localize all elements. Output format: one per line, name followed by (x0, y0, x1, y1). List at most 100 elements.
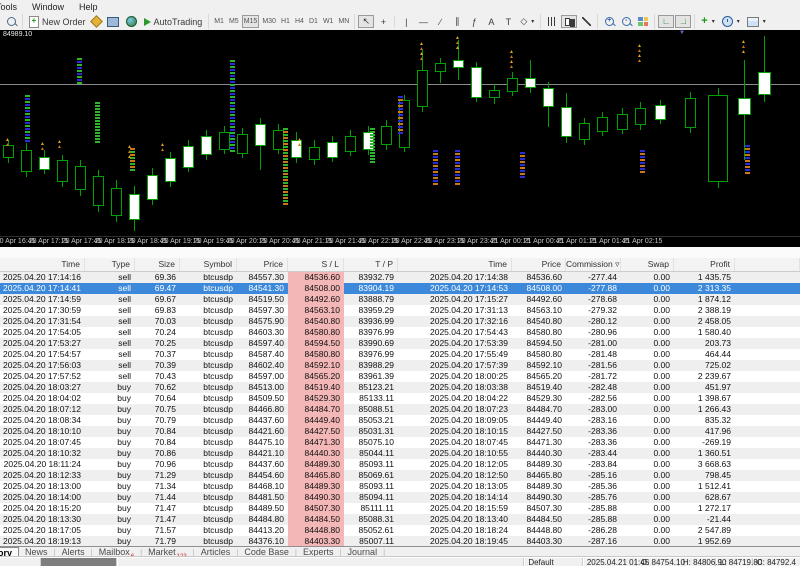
zoom-out-button[interactable]: - (618, 15, 634, 28)
cell-type: buy (117, 514, 131, 524)
tile-windows-button[interactable] (635, 15, 651, 28)
auto-scroll-button[interactable]: ∟ (658, 15, 675, 28)
table-row[interactable]: 2025.04.20 18:07:12 buy 70.75 btcusdp 84466.… (0, 404, 800, 415)
menu-item-tools[interactable]: Tools (0, 2, 17, 12)
community-button[interactable] (123, 15, 140, 28)
zoom-in-button[interactable]: + (601, 15, 617, 28)
line-chart-button[interactable] (578, 15, 594, 28)
table-row[interactable]: 2025.04.20 18:03:27 buy 70.62 btcusdp 84513.… (0, 382, 800, 393)
table-row[interactable]: 2025.04.20 18:14:00 buy 71.44 btcusdp 84481.… (0, 492, 800, 503)
column-header-symbol[interactable]: Symbol (180, 258, 237, 271)
cell-tp: 85044.11 (359, 448, 394, 458)
timeframe-button-m15[interactable]: M15 (241, 15, 260, 28)
timeframe-button-m5[interactable]: M5 (227, 15, 241, 28)
cell-tp: 83976.99 (358, 327, 394, 337)
trade-marker-dash (77, 70, 82, 72)
new-order-button[interactable]: + New Order (26, 15, 89, 28)
crosshair-button[interactable]: + (375, 15, 391, 28)
menu-item-window[interactable]: Window (32, 2, 64, 12)
vertical-line-icon: | (405, 16, 408, 27)
table-row[interactable]: 2025.04.20 18:12:33 buy 71.29 btcusdp 84454.… (0, 470, 800, 481)
timeframe-button-mn[interactable]: MN (336, 15, 351, 28)
trendline-button[interactable]: ∕ (432, 15, 448, 28)
table-row[interactable]: 2025.04.20 18:17:05 buy 71.57 btcusdp 84413.… (0, 525, 800, 536)
vertical-line-button[interactable]: | (398, 15, 414, 28)
cell-tp: 83936.99 (358, 316, 394, 326)
table-row[interactable]: 2025.04.20 18:19:13 buy 71.79 btcusdp 84376.… (0, 536, 800, 546)
table-row[interactable]: 2025.04.20 18:13:00 buy 71.34 btcusdp 84468.… (0, 481, 800, 492)
cell-profit: 417.96 (705, 426, 731, 436)
indicators-dropdown-button[interactable]: + ▾ (698, 15, 717, 28)
table-row[interactable]: 2025.04.20 17:30:59 sell 69.83 btcusdp 84597… (0, 305, 800, 316)
table-row[interactable]: 2025.04.20 18:15:20 buy 71.47 btcusdp 84489.… (0, 503, 800, 514)
timeframe-button-w1[interactable]: W1 (321, 15, 336, 28)
cell-price2: 84580.80 (526, 327, 562, 337)
table-row[interactable]: 2025.04.20 18:07:45 buy 70.84 btcusdp 84475.… (0, 437, 800, 448)
column-header-price[interactable]: Price (237, 258, 288, 271)
timeframe-button-m30[interactable]: M30 (260, 15, 278, 28)
table-row[interactable]: 2025.04.20 17:53:27 sell 70.25 btcusdp 84597… (0, 338, 800, 349)
cell-profit: 1 952.69 (697, 536, 731, 546)
column-header-sl[interactable]: S / L (288, 258, 344, 271)
table-row[interactable]: 2025.04.20 17:54:05 sell 70.24 btcusdp 84603… (0, 327, 800, 338)
column-header-commission[interactable]: Commission ▿ (566, 258, 621, 271)
cell-size: 71.44 (154, 492, 176, 502)
menu-item-help[interactable]: Help (79, 2, 98, 12)
timeframe-button-h4[interactable]: H4 (293, 15, 306, 28)
autotrading-button[interactable]: AutoTrading (141, 15, 206, 28)
text-button[interactable]: A (483, 15, 499, 28)
cell-price2: 84529.30 (526, 393, 562, 403)
trade-marker-dash (230, 129, 235, 131)
column-header-size[interactable]: Size (135, 258, 180, 271)
column-header-profit[interactable]: Profit (674, 258, 735, 271)
trade-marker-dash (130, 160, 135, 162)
table-row[interactable]: 2025.04.20 18:10:10 buy 70.84 btcusdp 84421.… (0, 426, 800, 437)
chart-search-button[interactable] (3, 15, 19, 28)
timeframe-button-m1[interactable]: M1 (212, 15, 226, 28)
table-row[interactable]: 2025.04.20 17:14:59 sell 69.67 btcusdp 84519… (0, 294, 800, 305)
table-row[interactable]: 2025.04.20 18:13:30 buy 71.47 btcusdp 84484.… (0, 514, 800, 525)
cell-size: 69.47 (154, 283, 176, 293)
channel-button[interactable]: ∥ (449, 15, 465, 28)
bar-chart-button[interactable] (544, 15, 560, 28)
chart-area[interactable]: 84989.10 ▲ ▲ ▲ ▲ ▲ ▲ ▲ ▲ ▲ ▲ ▲ ▲ ▲ ▲ ▲ ▲ ▲ ▲ ▲ ▲ ▲ ▲ ▲ ▲ ▲ ▲ ▲ ▲ ▲ ▲ ▲… (0, 30, 800, 236)
cell-swap: 0.00 (653, 448, 670, 458)
status-profile[interactable]: Default (524, 558, 583, 566)
trade-marker-dash (433, 165, 438, 167)
label-button[interactable]: T (500, 15, 516, 28)
table-row[interactable]: 2025.04.20 17:57:52 sell 70.43 btcusdp 84597… (0, 371, 800, 382)
table-row[interactable]: 2025.04.20 18:08:34 buy 70.79 btcusdp 84437.… (0, 415, 800, 426)
candle-body (417, 70, 428, 107)
table-row[interactable]: 2025.04.20 17:56:03 sell 70.39 btcusdp 84602… (0, 360, 800, 371)
cell-price: 84421.10 (248, 448, 284, 458)
status-high: H: 84806.90 (679, 558, 726, 566)
candlestick-chart-button[interactable] (561, 15, 578, 28)
fibonacci-button[interactable]: ƒ (466, 15, 482, 28)
expert-advisor-icon[interactable] (89, 15, 103, 28)
cursor-button[interactable]: ↖ (358, 15, 375, 28)
table-row[interactable]: 2025.04.20 17:14:16 sell 69.36 btcusdp 84557… (0, 272, 800, 283)
column-header-time[interactable]: Time (0, 258, 85, 271)
table-row[interactable]: 2025.04.20 17:54:57 sell 70.37 btcusdp 84587… (0, 349, 800, 360)
column-header-time2[interactable]: Time (398, 258, 512, 271)
table-row[interactable]: 2025.04.20 18:10:32 buy 70.86 btcusdp 84421.… (0, 448, 800, 459)
column-header-price2[interactable]: Price (512, 258, 566, 271)
table-row[interactable]: 2025.04.20 17:31:54 sell 70.03 btcusdp 84575… (0, 316, 800, 327)
periods-dropdown-button[interactable]: ▾ (719, 15, 743, 28)
table-row[interactable]: 2025.04.20 18:04:02 buy 70.64 btcusdp 84509.… (0, 393, 800, 404)
column-header-tp[interactable]: T / P (344, 258, 398, 271)
horizontal-line-button[interactable]: — (415, 15, 431, 28)
timeframe-button-h1[interactable]: H1 (279, 15, 292, 28)
table-row[interactable]: 2025.04.20 18:11:24 buy 70.96 btcusdp 84437.… (0, 459, 800, 470)
metaeditor-button[interactable] (104, 15, 122, 28)
shapes-dropdown-button[interactable]: ◇ ▾ (517, 15, 537, 28)
column-header-type[interactable]: Type (85, 258, 135, 271)
trade-marker-dash (230, 132, 235, 134)
templates-dropdown-button[interactable]: ▾ (744, 15, 769, 28)
table-row[interactable]: 2025.04.20 17:14:41 sell 69.47 btcusdp 84541… (0, 283, 800, 294)
chart-shift-button[interactable]: ∟ (675, 15, 692, 28)
cell-time: 2025.04.20 18:14:00 (3, 492, 81, 502)
timeframe-button-d1[interactable]: D1 (307, 15, 320, 28)
cell-time: 2025.04.20 17:14:59 (3, 294, 81, 304)
column-header-swap[interactable]: Swap (621, 258, 674, 271)
